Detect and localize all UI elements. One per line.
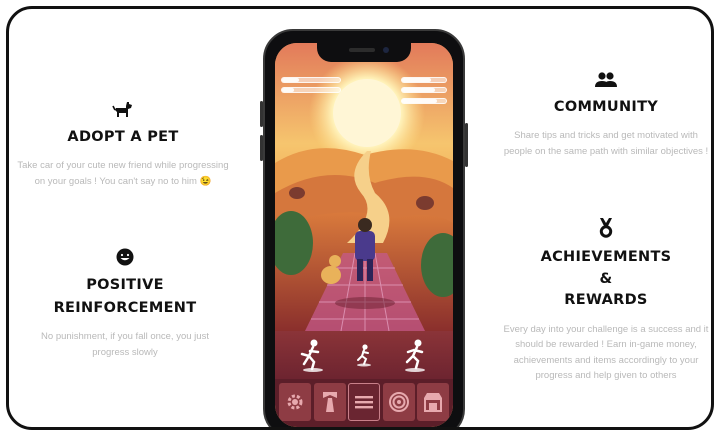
feature-adopt-a-pet: ADOPT A PET Take car of your cute new fr… (17, 99, 229, 189)
feature-title: ADOPT A PET (67, 129, 179, 145)
phone-screen (275, 43, 453, 427)
feature-title-line-1: ACHIEVEMENTS (540, 249, 672, 265)
gear-icon (287, 394, 303, 410)
tab-menu[interactable] (348, 383, 380, 421)
medal-icon (599, 218, 613, 238)
jump-icon[interactable] (298, 338, 328, 372)
tab-banner[interactable] (313, 383, 346, 421)
phone-notch (317, 43, 411, 62)
run-icon[interactable] (400, 338, 430, 372)
tab-target[interactable] (382, 383, 415, 421)
users-icon (595, 72, 617, 87)
tab-shop[interactable] (417, 383, 449, 421)
shop-icon (424, 393, 442, 412)
feature-title-line-2: REINFORCEMENT (53, 300, 197, 316)
feature-achievements-rewards: ACHIEVEMENTS & REWARDS Every day into yo… (497, 217, 711, 384)
feature-community: COMMUNITY Share tips and tricks and get … (501, 71, 711, 159)
phone-mockup (260, 29, 468, 427)
page-frame: ADOPT A PET Take car of your cute new fr… (6, 6, 714, 430)
hud-bar-right-1 (401, 77, 447, 83)
banner-icon (322, 392, 337, 412)
menu-icon (355, 396, 373, 409)
feature-description: No punishment, if you fall once, you jus… (41, 331, 209, 358)
action-row (275, 331, 453, 379)
feature-title-line-2: & (599, 270, 613, 287)
feature-description: Every day into your challenge is a succe… (503, 323, 709, 382)
hud-bar-left-bottom (281, 87, 341, 93)
feature-title: COMMUNITY (553, 99, 659, 115)
feature-description: Share tips and tricks and get motivated … (503, 130, 709, 157)
phone-volume-down-button (260, 135, 263, 161)
dog-icon (112, 102, 132, 117)
phone-power-button (465, 123, 468, 167)
feature-title-line-3: REWARDS (564, 292, 648, 308)
hud-bar-right-2 (401, 87, 447, 93)
target-icon (388, 392, 409, 412)
tab-settings[interactable] (279, 383, 311, 421)
feature-title-line-1: POSITIVE (86, 277, 164, 293)
hud-bar-left-top (281, 77, 341, 83)
feature-positive-reinforcement: POSITIVE REINFORCEMENT No punishment, if… (27, 247, 223, 360)
hud-bar-right-3 (401, 98, 447, 104)
game-tab-bar (275, 379, 453, 427)
smile-icon (116, 248, 134, 266)
feature-description: Take car of your cute new friend while p… (17, 160, 229, 187)
phone-volume-up-button (260, 101, 263, 127)
run-small-icon[interactable] (354, 343, 374, 367)
